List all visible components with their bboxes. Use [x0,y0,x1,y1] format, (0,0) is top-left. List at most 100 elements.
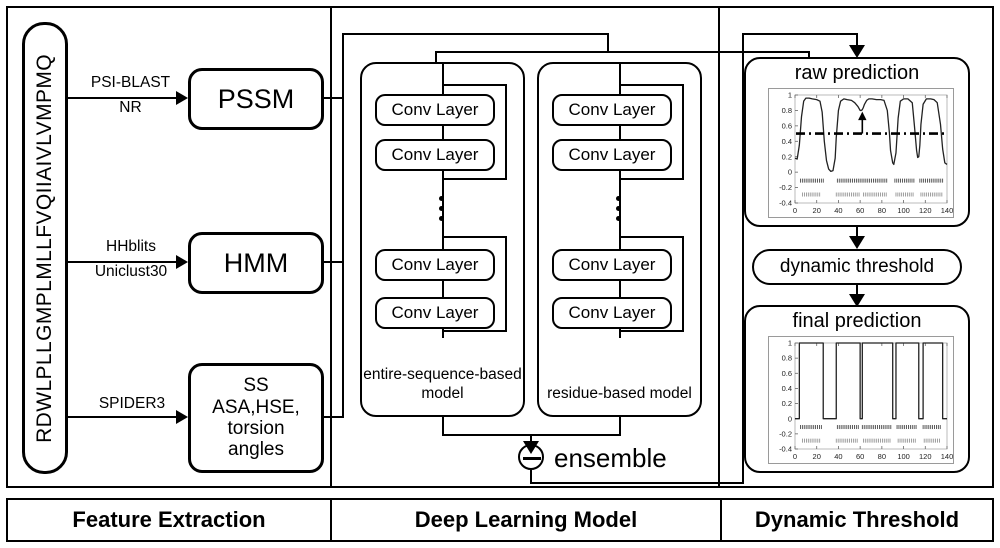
m1-skip2-right [505,236,507,332]
arrow-head-ss [176,410,188,424]
m1-conv-layer-2-label: Conv Layer [391,145,479,165]
dynamic-threshold-box: dynamic threshold [752,249,962,285]
svg-text:100: 100 [897,452,910,461]
m1-conv-layer-4: Conv Layer [375,297,495,329]
entire-sequence-model-label: entire-sequence-based model [363,366,522,402]
m1-conv-layer-4-label: Conv Layer [391,303,479,323]
m1-conv-layer-1-label: Conv Layer [391,100,479,120]
svg-text:0.8: 0.8 [782,106,792,115]
m2-conv-layer-1: Conv Layer [552,94,672,126]
final-prediction-plot: 0 20 40 60 80 100 120 140 -0.4 -0.2 0 0.2 0.4 0.6 0.8 1 [768,336,954,464]
svg-text:80: 80 [878,452,886,461]
m2-conv-layer-2-label: Conv Layer [568,145,656,165]
svg-text:100: 100 [897,206,910,215]
bus-stub-ss [324,416,344,418]
svg-text:120: 120 [919,206,932,215]
raw-prediction-title: raw prediction [794,62,920,84]
ensemble-operator-icon [518,444,544,470]
arrow-line-pssm [68,97,178,99]
pssm-box: PSSM [188,68,324,130]
svg-text:0.6: 0.6 [782,121,792,130]
hmm-box: HMM [188,232,324,294]
m1-conv-layer-1: Conv Layer [375,94,495,126]
m2-conv-layer-1-label: Conv Layer [568,100,656,120]
arrow-head-hmm [176,255,188,269]
m1-conv-layer-3-label: Conv Layer [391,255,479,275]
svg-text:-0.4: -0.4 [779,199,792,208]
structural-features-label: SS ASA,HSE, torsion angles [212,375,300,461]
final-prediction-title: final prediction [792,310,922,332]
protein-sequence-box: RDWLPLLGMPLMLLFVQIIAIVLVMPMQ [22,22,68,474]
m2-skip2-right [682,236,684,332]
m2-skip1-right [682,84,684,180]
ensemble-out-right [530,482,744,484]
hhblits-label-line1: HHblits [106,238,156,255]
diagram-root: RDWLPLLGMPLMLLFVQIIAIVLVMPMQ PSI-BLAST N… [0,0,1000,548]
arrow-line-ss [68,416,178,418]
split-down-to-models [607,33,609,53]
m1-ellipsis-icon [439,196,444,221]
svg-text:60: 60 [856,206,864,215]
svg-text:140: 140 [941,206,953,215]
footer-sections: Feature Extraction Deep Learning Model D… [6,498,994,542]
svg-text:0.8: 0.8 [782,354,792,363]
dynamic-threshold-label: dynamic threshold [779,256,935,278]
m1-skip2-bottom [442,330,507,332]
svg-text:-0.2: -0.2 [779,429,792,438]
svg-text:0: 0 [788,414,792,423]
m2-conv-layer-4: Conv Layer [552,297,672,329]
m2-conv-layer-4-label: Conv Layer [568,303,656,323]
svg-text:-0.4: -0.4 [779,445,792,454]
m1-skip2-top [442,236,507,238]
ensemble-out-top [742,33,858,35]
residue-based-model-label: residue-based model [547,384,692,402]
ensemble-label: ensemble [554,443,667,473]
pssm-label: PSSM [217,83,295,114]
bus-stub-hmm [324,261,344,263]
raw-prediction-plot: 0 20 40 60 80 100 120 140 -0.4 -0.2 0 0.2 0.4 0.6 0.8 1 [768,88,954,218]
m1-skip1-bottom [442,178,507,180]
hmm-label: HMM [223,247,289,278]
svg-text:-0.2: -0.2 [779,183,792,192]
psi-blast-label-line1: PSI-BLAST [90,74,171,91]
m1-conv-layer-3: Conv Layer [375,249,495,281]
m2-skip1-top [619,84,684,86]
feature-bus-vertical [342,33,344,418]
panel-divider-2 [718,6,720,488]
svg-text:0: 0 [793,206,797,215]
m2-conv-layer-3-label: Conv Layer [568,255,656,275]
plot-raw-svg: 0 20 40 60 80 100 120 140 -0.4 -0.2 0 0.2 0.4 0.6 0.8 1 [779,91,953,215]
plot-final-svg: 0 20 40 60 80 100 120 140 -0.4 -0.2 0 0.2 0.4 0.6 0.8 1 [779,339,953,461]
m2-conv-layer-2: Conv Layer [552,139,672,171]
nr-label-line2: NR [119,99,142,116]
svg-text:80: 80 [878,206,886,215]
uniclust30-label-line2: Uniclust30 [94,263,168,280]
svg-text:60: 60 [856,452,864,461]
spider3-label: SPIDER3 [98,395,166,412]
footer-deep-learning: Deep Learning Model [330,500,720,540]
svg-text:0: 0 [788,168,792,177]
m1-skip1-top [442,84,507,86]
m2-trunk-in [619,62,621,86]
svg-text:0: 0 [793,452,797,461]
svg-text:0.4: 0.4 [782,384,792,393]
arrow-line-hmm [68,261,178,263]
feature-bus-top [342,33,609,35]
m2-ellipsis-icon [616,196,621,221]
m2-skip2-bottom [619,330,684,332]
m1-conv-layer-2: Conv Layer [375,139,495,171]
threshold-arrow-head [849,236,865,249]
svg-text:140: 140 [941,452,953,461]
m1-skip1-right [505,84,507,180]
footer-feature-extraction: Feature Extraction [72,507,266,532]
svg-text:20: 20 [813,206,821,215]
arrow-head-pssm [176,91,188,105]
svg-text:20: 20 [813,452,821,461]
svg-text:1: 1 [788,91,792,100]
models-input-bar [435,51,810,53]
svg-text:1: 1 [788,339,792,348]
footer-dynamic-threshold: Dynamic Threshold [720,500,992,540]
svg-text:120: 120 [919,452,932,461]
m2-conv-layer-3: Conv Layer [552,249,672,281]
m2-skip2-top [619,236,684,238]
